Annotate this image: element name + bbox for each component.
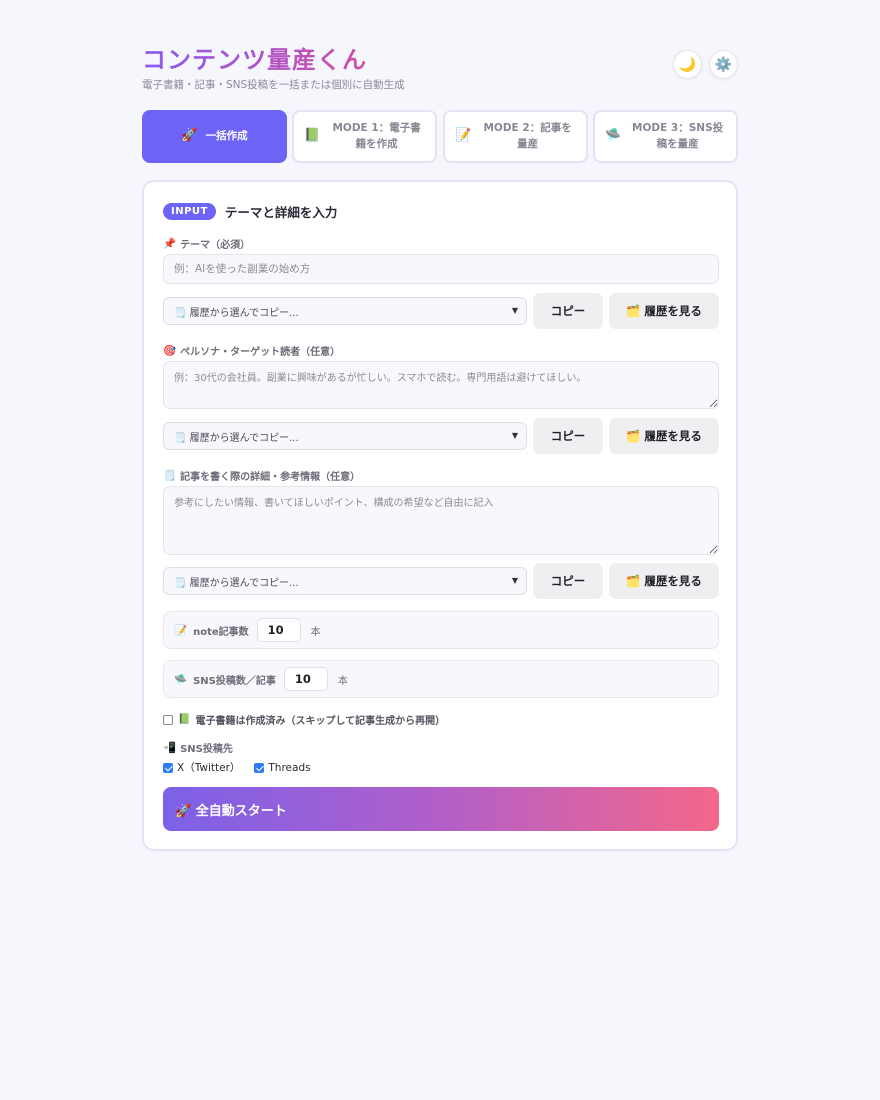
note-count-row: 📝 note記事数 10 本 <box>163 611 719 649</box>
tab-label: MODE 3：SNS投稿を量産 <box>632 122 724 150</box>
x-checkbox[interactable] <box>163 762 173 773</box>
pushpin-icon: 📌 <box>163 238 177 250</box>
details-history-select[interactable]: 🗒️ 履歴から選んでコピー... ▼ <box>163 567 527 595</box>
app-container: コンテンツ量産くん 電子書籍・記事・SNS投稿を一括または個別に自動生成 🌙 ⚙… <box>142 0 738 851</box>
view-history-label: 🗂️ 履歴を見る <box>626 574 702 588</box>
gear-icon: ⚙️ <box>714 56 733 73</box>
tab-batch-create[interactable]: 🚀 一括作成 <box>142 110 287 163</box>
persona-view-history-button[interactable]: 🗂️ 履歴を見る <box>609 418 719 454</box>
ufo-icon: 🛸 <box>174 673 188 686</box>
card-header: INPUT テーマと詳細を入力 <box>163 202 337 221</box>
sns-targets-label: 📲 SNS投稿先 <box>163 740 233 755</box>
memo-icon: 📝 <box>455 128 472 144</box>
memo-icon: 📝 <box>174 624 188 637</box>
ufo-icon: 🛸 <box>605 128 622 144</box>
ebook-done-row[interactable]: 📗 電子書籍は作成済み（スキップして記事生成から再開） <box>163 712 445 727</box>
ebook-done-label: 電子書籍は作成済み（スキップして記事生成から再開） <box>195 716 446 727</box>
history-select-text: 🗒️ 履歴から選んでコピー... <box>174 307 299 319</box>
details-copy-button[interactable]: コピー <box>533 563 603 599</box>
mode-tabs: 🚀 一括作成 📗 MODE 1：電子書籍を作成 📝 MODE 2：記事を量産 🛸… <box>142 110 738 164</box>
theme-toggle-button[interactable]: 🌙 <box>673 50 702 79</box>
theme-history-select[interactable]: 🗒️ 履歴から選んでコピー... ▼ <box>163 297 527 325</box>
persona-history-select[interactable]: 🗒️ 履歴から選んでコピー... ▼ <box>163 422 527 450</box>
mobile-phone-icon: 📲 <box>163 742 177 754</box>
book-icon: 📗 <box>178 714 191 725</box>
tab-label: MODE 1：電子書籍を作成 <box>332 122 421 150</box>
auto-start-button[interactable]: 🚀 全自動スタート <box>163 787 719 831</box>
copy-label: コピー <box>550 429 586 443</box>
copy-label: コピー <box>550 304 586 318</box>
view-history-label: 🗂️ 履歴を見る <box>626 429 702 443</box>
start-label: 🚀 全自動スタート <box>175 803 287 819</box>
sns-count-input[interactable]: 10 <box>283 667 328 691</box>
note-count-label: note記事数 <box>193 626 249 638</box>
app-title: コンテンツ量産くん <box>142 40 367 75</box>
sns-count-unit: 本 <box>337 675 348 687</box>
tab-mode-1-ebook[interactable]: 📗 MODE 1：電子書籍を作成 <box>292 110 437 163</box>
threads-checkbox[interactable] <box>254 762 265 773</box>
tab-label: MODE 2：記事を量産 <box>483 122 572 150</box>
rocket-icon: 🚀 <box>181 128 198 144</box>
details-view-history-button[interactable]: 🗂️ 履歴を見る <box>609 563 719 599</box>
tab-mode-2-articles[interactable]: 📝 MODE 2：記事を量産 <box>443 110 588 163</box>
moon-icon: 🌙 <box>678 56 697 73</box>
sns-option-threads[interactable]: Threads <box>254 760 311 775</box>
persona-textarea[interactable] <box>163 361 719 409</box>
persona-copy-button[interactable]: コピー <box>533 418 603 454</box>
note-count-input[interactable]: 10 <box>256 618 301 642</box>
ebook-done-checkbox[interactable] <box>163 714 173 725</box>
theme-input[interactable] <box>163 254 719 284</box>
tab-mode-3-sns[interactable]: 🛸 MODE 3：SNS投稿を量産 <box>593 110 738 163</box>
persona-label: 🎯 ペルソナ・ターゲット読者（任意） <box>163 343 340 358</box>
settings-button[interactable]: ⚙️ <box>709 50 738 79</box>
x-label: X（Twitter） <box>177 762 241 774</box>
sns-count-label: SNS投稿数／記事 <box>193 675 276 687</box>
target-icon: 🎯 <box>163 345 177 357</box>
details-textarea[interactable] <box>163 486 719 555</box>
tab-label: 一括作成 <box>205 129 248 142</box>
book-icon: 📗 <box>304 128 321 144</box>
theme-view-history-button[interactable]: 🗂️ 履歴を見る <box>609 293 719 329</box>
copy-label: コピー <box>550 574 586 588</box>
sns-targets-label-text: SNS投稿先 <box>180 744 233 755</box>
view-history-label: 🗂️ 履歴を見る <box>626 304 702 318</box>
history-select-text: 🗒️ 履歴から選んでコピー... <box>174 432 299 444</box>
card-title: テーマと詳細を入力 <box>224 205 338 220</box>
input-badge: INPUT <box>163 203 216 220</box>
persona-label-text: ペルソナ・ターゲット読者（任意） <box>180 347 341 358</box>
sns-option-x[interactable]: X（Twitter） <box>163 760 240 775</box>
sns-count-row: 🛸 SNS投稿数／記事 10 本 <box>163 660 719 698</box>
history-select-text: 🗒️ 履歴から選んでコピー... <box>174 577 299 589</box>
input-card: INPUT テーマと詳細を入力 📌 テーマ（必須） 🗒️ 履歴から選んでコピー.… <box>142 180 738 851</box>
header: コンテンツ量産くん 電子書籍・記事・SNS投稿を一括または個別に自動生成 🌙 ⚙… <box>142 0 738 110</box>
note-count-unit: 本 <box>310 626 321 638</box>
app-subtitle: 電子書籍・記事・SNS投稿を一括または個別に自動生成 <box>142 79 405 91</box>
details-label: 🗒️ 記事を書く際の詳細・参考情報（任意） <box>163 468 360 483</box>
notepad-icon: 🗒️ <box>163 470 177 482</box>
chevron-down-icon: ▼ <box>511 306 518 315</box>
chevron-down-icon: ▼ <box>511 576 518 585</box>
sns-target-options: X（Twitter） Threads <box>163 760 311 775</box>
theme-label-text: テーマ（必須） <box>180 240 251 251</box>
theme-label: 📌 テーマ（必須） <box>163 236 250 251</box>
details-label-text: 記事を書く際の詳細・参考情報（任意） <box>180 472 361 483</box>
theme-copy-button[interactable]: コピー <box>533 293 603 329</box>
chevron-down-icon: ▼ <box>511 431 518 440</box>
threads-label: Threads <box>268 761 311 774</box>
